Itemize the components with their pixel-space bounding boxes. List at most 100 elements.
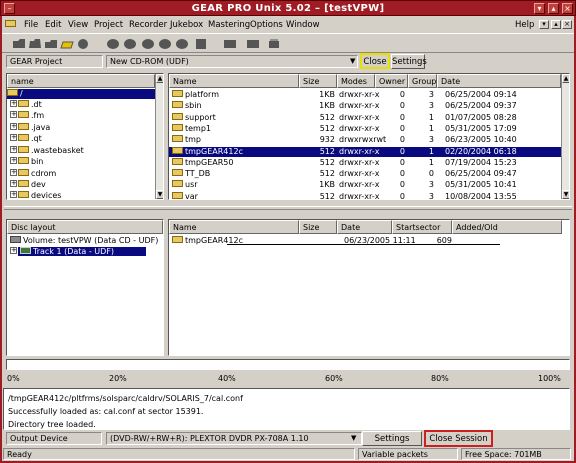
file-list-scrollbar[interactable]: ▲ ▼	[561, 74, 569, 199]
menu-bar: File Edit View Project Recorder Jukebox …	[2, 17, 574, 32]
folder-open-icon	[7, 89, 18, 96]
expand-icon[interactable]: +	[10, 111, 17, 118]
table-row[interactable]: tmpGEAR412c 512 drwxr-xr-x 0 1 02/20/2004 06:…	[169, 146, 561, 157]
menu-view[interactable]: View	[68, 20, 88, 30]
project-settings-button[interactable]: Settings	[391, 54, 427, 69]
table-row[interactable]: sbin 1KB drwxr-xr-x 0 3 06/25/2004 09:37	[169, 101, 561, 111]
open-project-icon[interactable]	[60, 38, 74, 50]
file-list[interactable]: Name Size Modes Owner Group Date platfor…	[168, 73, 570, 200]
title-bar[interactable]: – GEAR PRO Unix 5.02 – [testVPW] ▾ ▴ ×	[0, 0, 576, 16]
close-window-button[interactable]: ×	[562, 3, 573, 14]
verify-icon[interactable]	[141, 38, 155, 50]
menu-window[interactable]: Window	[286, 20, 320, 30]
table-row[interactable]: support 512 drwxr-xr-x 0 1 01/07/2005 08:28	[169, 112, 561, 123]
test-write-icon[interactable]	[158, 38, 172, 50]
open-folder-icon[interactable]	[28, 38, 42, 50]
table-row[interactable]: platform 1KB drwxr-xr-x 0 3 06/25/2004 09:14	[169, 90, 561, 100]
col-owner[interactable]: Owner	[375, 74, 408, 88]
save-icon[interactable]	[76, 38, 90, 50]
col-date[interactable]: Date	[437, 74, 561, 88]
pane-splitter[interactable]	[4, 206, 572, 210]
tree-item-dt[interactable]: + .dt	[10, 100, 163, 110]
output-device-select[interactable]: (DVD-RW/+RW+R): PLEXTOR DVDR PX-708A 1.1…	[106, 432, 362, 445]
output-settings-button[interactable]: Settings	[362, 431, 422, 446]
col-size[interactable]: Size	[299, 74, 337, 88]
maximize-button[interactable]: ▴	[548, 3, 559, 14]
scroll-down-icon[interactable]: ▼	[156, 190, 163, 199]
expand-icon[interactable]: +	[10, 169, 17, 176]
menu-file[interactable]: File	[24, 20, 38, 30]
expand-icon[interactable]: +	[10, 247, 17, 254]
disc-info-icon[interactable]	[194, 38, 208, 50]
record-icon[interactable]	[106, 38, 120, 50]
table-row[interactable]: tmp 932 drwxrwxrwt 0 3 06/23/2005 10:40	[169, 135, 561, 145]
display-icon[interactable]	[246, 38, 260, 50]
col-name[interactable]: Name	[169, 74, 299, 88]
col-added-old[interactable]: Added/Old	[452, 220, 562, 234]
expand-icon[interactable]: +	[10, 157, 17, 164]
add-folder-icon[interactable]	[44, 38, 58, 50]
chevron-down-icon[interactable]: ▼	[351, 434, 356, 442]
tree-item-devices[interactable]: + devices	[10, 191, 163, 199]
menu-mastering[interactable]: Mastering	[208, 20, 250, 30]
menu-options[interactable]: Options	[250, 20, 283, 30]
scroll-down-icon[interactable]: ▼	[562, 190, 569, 199]
tree-item-cdrom[interactable]: + cdrom	[10, 169, 163, 179]
expand-icon[interactable]: +	[10, 180, 17, 187]
project-type-select[interactable]: New CD-ROM (UDF)	[106, 55, 358, 68]
tree-item-java[interactable]: + .java	[10, 123, 163, 133]
chevron-down-icon[interactable]: ▼	[350, 57, 355, 65]
directory-tree[interactable]: name / + .dt + .fm + .java + .qt + .wastebask…	[6, 73, 164, 200]
scroll-up-icon[interactable]: ▲	[156, 74, 163, 83]
col-name[interactable]: Name	[169, 220, 299, 234]
volume-item[interactable]: Volume: testVPW (Data CD - UDF)	[10, 236, 163, 246]
tree-item-bin[interactable]: + bin	[10, 157, 163, 167]
menu-project[interactable]: Project	[94, 20, 123, 30]
erase-icon[interactable]	[175, 38, 189, 50]
menu-jukebox[interactable]: Jukebox	[170, 20, 203, 30]
log-line: Successfully loaded as: cal.conf at sect…	[8, 407, 204, 416]
tree-item-root[interactable]: /	[7, 89, 155, 99]
expand-icon[interactable]: +	[10, 134, 17, 141]
child-close-button[interactable]: ×	[562, 20, 572, 29]
cell-name: TT_DB	[172, 169, 210, 178]
expand-icon[interactable]: +	[10, 123, 17, 130]
tree-header[interactable]: name	[7, 74, 155, 88]
track-icon	[20, 247, 31, 254]
close-project-button[interactable]: Close	[360, 53, 390, 69]
col-date[interactable]: Date	[337, 220, 392, 234]
expand-icon[interactable]: +	[10, 100, 17, 107]
tree-item-wastebasket[interactable]: + .wastebasket	[10, 146, 163, 156]
expand-icon[interactable]: +	[10, 146, 17, 153]
track-item[interactable]: + Track 1 (Data - UDF)	[10, 247, 146, 257]
menu-recorder[interactable]: Recorder	[129, 20, 167, 30]
close-session-button[interactable]: Close Session	[424, 430, 493, 447]
tree-item-qt[interactable]: + .qt	[10, 134, 163, 144]
menu-help[interactable]: Help	[515, 20, 534, 30]
new-project-icon[interactable]	[12, 38, 26, 50]
table-row[interactable]: tmpGEAR50 512 drwxr-xr-x 0 1 07/19/2004 15:23	[169, 157, 561, 168]
expand-icon[interactable]: +	[10, 191, 17, 198]
menu-edit[interactable]: Edit	[45, 20, 61, 30]
col-modes[interactable]: Modes	[337, 74, 375, 88]
folder-icon	[18, 157, 29, 164]
child-menu-button[interactable]: ▾	[539, 20, 549, 29]
minimize-button[interactable]: ▾	[534, 3, 545, 14]
help-icon[interactable]	[267, 38, 281, 50]
col-group[interactable]: Group	[408, 74, 437, 88]
tree-item-fm[interactable]: + .fm	[10, 111, 163, 121]
tree-scrollbar[interactable]: ▲ ▼	[155, 74, 163, 199]
table-row[interactable]: temp1 512 drwxr-xr-x 0 1 05/31/2005 17:09	[169, 123, 561, 134]
copy-disc-icon[interactable]	[123, 38, 137, 50]
table-row[interactable]: usr 1KB drwxr-xr-x 0 3 05/31/2005 10:41	[169, 180, 561, 190]
col-startsector[interactable]: Startsector	[392, 220, 452, 234]
table-row[interactable]: var 512 drwxr-xr-x 0 3 10/08/2004 13:55	[169, 191, 561, 199]
tree-item-dev[interactable]: + dev	[10, 180, 163, 190]
disc-layout-tree[interactable]: Disc layout Volume: testVPW (Data CD - U…	[6, 219, 164, 356]
child-restore-button[interactable]: ▴	[551, 20, 561, 29]
disc-contents[interactable]: Name Size Date Startsector Added/Old tmp…	[168, 219, 570, 356]
table-row[interactable]: TT_DB 512 drwxr-xr-x 0 0 06/25/2004 09:47	[169, 169, 561, 179]
monitor-icon[interactable]	[223, 38, 237, 50]
scroll-up-icon[interactable]: ▲	[562, 74, 569, 83]
col-size[interactable]: Size	[299, 220, 337, 234]
